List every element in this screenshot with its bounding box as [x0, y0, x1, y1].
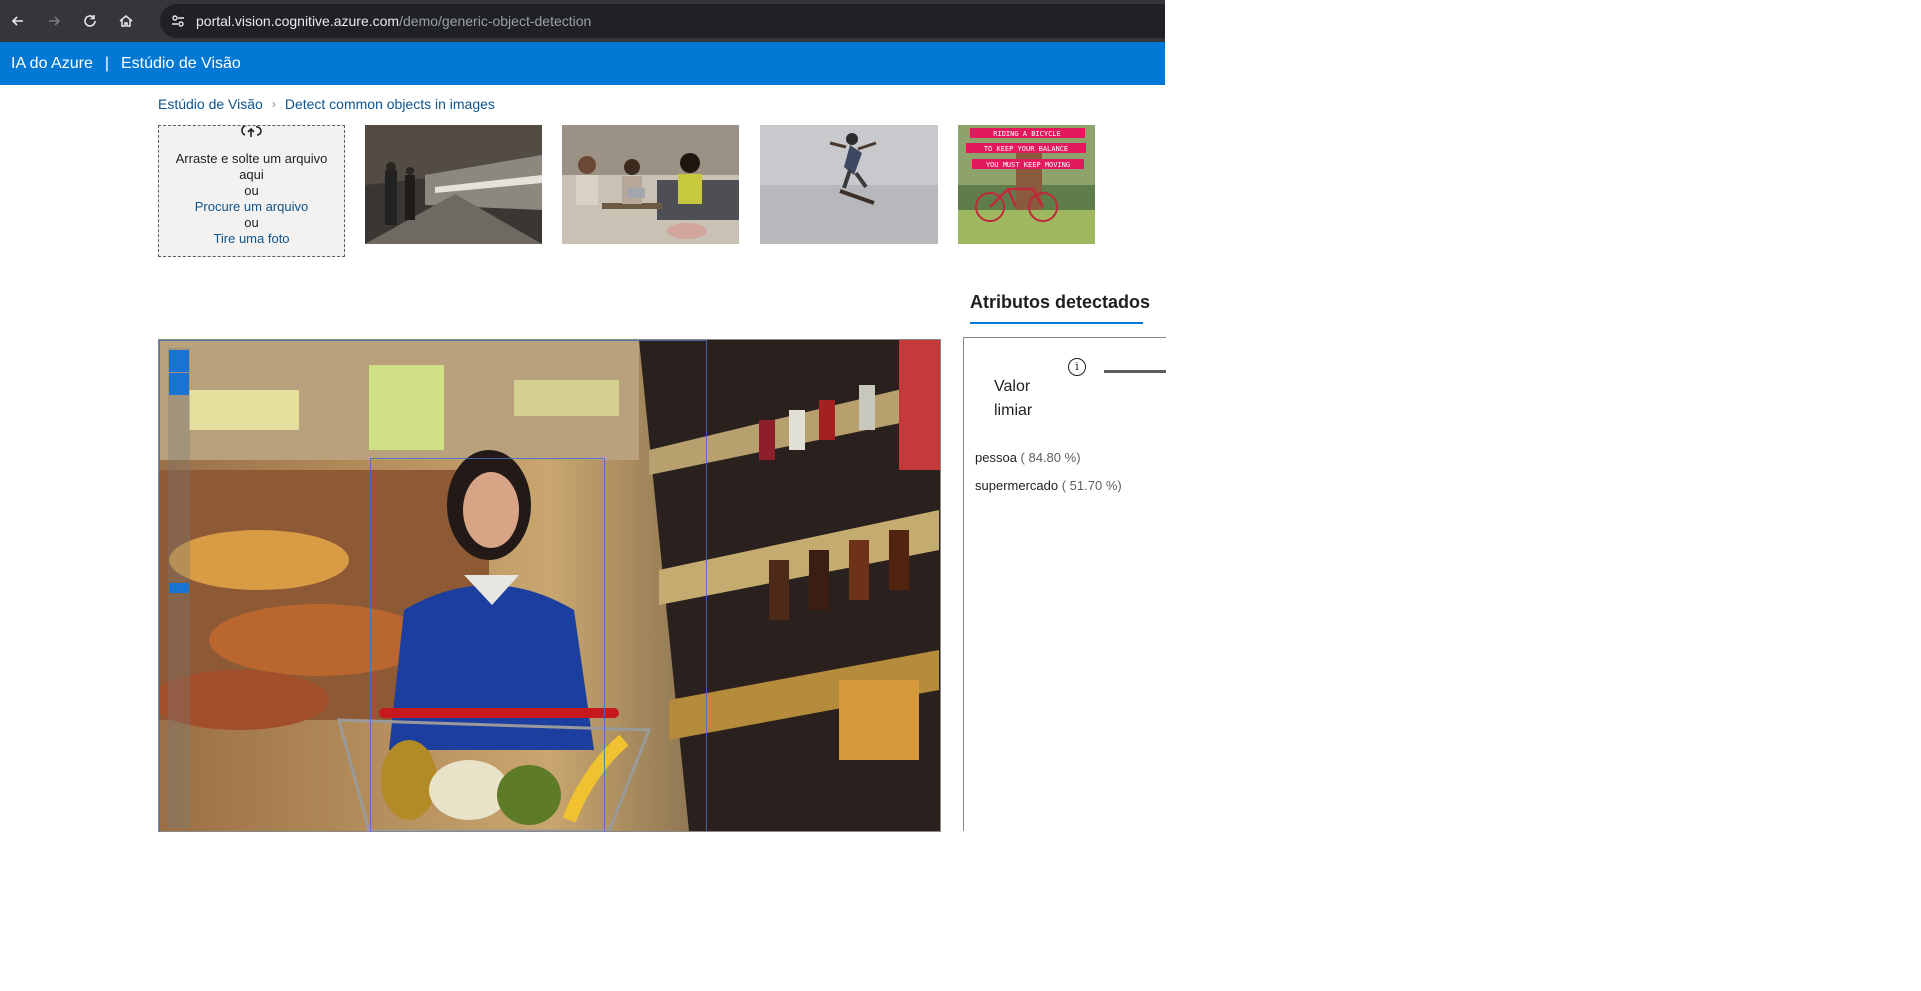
sample-image-bicycle-quote[interactable]: RIDING A BICYCLE TO KEEP YOUR BALANCE YO… — [958, 125, 1095, 244]
sample-image-skateboarder[interactable] — [760, 125, 938, 244]
threshold-slider[interactable] — [1104, 370, 1166, 373]
site-settings-icon[interactable] — [160, 13, 196, 29]
tab-detected-attributes[interactable]: Atributos detectados — [970, 292, 1150, 313]
results-list: pessoa ( 84.80 %) supermercado ( 51.70 %… — [975, 450, 1122, 506]
sample-image-meeting[interactable] — [562, 125, 739, 244]
browser-toolbar: portal.vision.cognitive.azure.com/demo/g… — [0, 0, 1165, 42]
brand-link[interactable]: IA do Azure — [0, 55, 93, 73]
product-link[interactable]: Estúdio de Visão — [121, 55, 241, 73]
result-score: ( 51.70 %) — [1061, 478, 1122, 493]
bounding-box-supermercado — [159, 340, 707, 831]
result-score: ( 84.80 %) — [1020, 450, 1081, 465]
result-item[interactable]: supermercado ( 51.70 %) — [975, 478, 1122, 493]
quote-line-3: YOU MUST KEEP MOVING — [986, 161, 1070, 169]
sample-image-train-station[interactable] — [365, 125, 542, 244]
upload-or-2: ou — [244, 215, 259, 230]
back-arrow-icon[interactable] — [0, 0, 36, 42]
breadcrumb-root-link[interactable]: Estúdio de Visão — [158, 96, 263, 112]
reload-icon[interactable] — [72, 0, 108, 42]
url-domain: portal.vision.cognitive.azure.com — [196, 13, 400, 29]
upload-dropzone[interactable]: Arraste e solte um arquivo aqui ou Procu… — [158, 125, 345, 257]
breadcrumb: Estúdio de Visão › Detect common objects… — [158, 96, 495, 112]
chevron-right-icon: › — [271, 97, 276, 111]
tab-active-indicator — [970, 322, 1143, 324]
detection-tag-marker — [169, 583, 189, 593]
url-text[interactable]: portal.vision.cognitive.azure.com/demo/g… — [196, 13, 591, 29]
quote-line-1: RIDING A BICYCLE — [993, 130, 1060, 138]
detection-tag-pessoa[interactable] — [169, 350, 189, 372]
upload-or-1: ou — [244, 183, 259, 198]
upload-instructions: Arraste e solte um arquivo aqui — [175, 151, 328, 182]
detection-tag-supermercado[interactable] — [169, 373, 189, 395]
breadcrumb-current[interactable]: Detect common objects in images — [285, 96, 495, 112]
result-label: supermercado — [975, 478, 1059, 493]
app-header: IA do Azure | Estúdio de Visão — [0, 42, 1165, 85]
result-item[interactable]: pessoa ( 84.80 %) — [975, 450, 1122, 465]
forward-arrow-icon[interactable] — [36, 0, 72, 42]
address-bar[interactable]: portal.vision.cognitive.azure.com/demo/g… — [160, 4, 1165, 38]
info-icon[interactable]: i — [1068, 358, 1086, 376]
header-separator: | — [104, 54, 109, 72]
analyzed-image — [158, 339, 941, 832]
threshold-label: Valor limiar — [994, 378, 1033, 419]
cloud-upload-icon — [239, 126, 263, 144]
result-label: pessoa — [975, 450, 1017, 465]
url-path: /demo/generic-object-detection — [399, 13, 592, 29]
browse-file-link[interactable]: Procure um arquivo — [159, 199, 344, 215]
home-icon[interactable] — [108, 0, 144, 42]
take-photo-link[interactable]: Tire uma foto — [159, 231, 344, 247]
attributes-panel: Valor limiar i pessoa ( 84.80 %) superme… — [963, 337, 1166, 831]
quote-line-2: TO KEEP YOUR BALANCE — [984, 145, 1068, 153]
